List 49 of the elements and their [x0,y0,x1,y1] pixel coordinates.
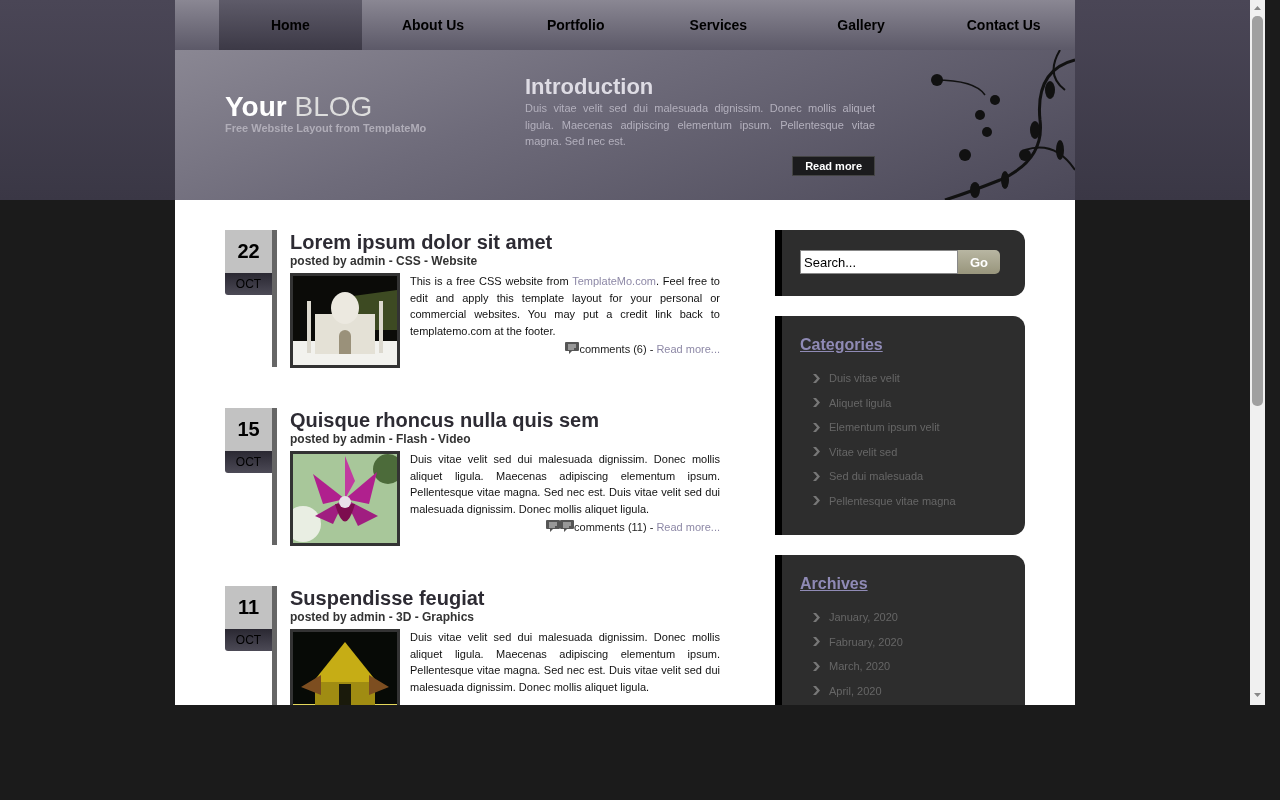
post-meta: posted by admin - CSS - Website [290,254,479,268]
site-title: Your BLOG [225,92,374,122]
post-meta: posted by admin - 3D - Graphics [290,610,476,624]
post-title: Suspendisse feugiat [290,586,486,610]
chevron-icon [812,398,820,408]
date-day: 22 [225,230,272,273]
date-day: 11 [225,586,272,629]
chevron-icon [812,686,820,696]
chevron-icon [812,422,820,432]
read-more-link[interactable]: Read more... [656,342,720,355]
chevron-icon [812,637,820,647]
date-month: OCT [225,451,272,473]
chevron-icon [812,612,820,622]
post-meta: posted by admin - Flash - Video [290,432,472,446]
search-field[interactable]: Search... [800,250,958,274]
go-button[interactable]: Go [958,250,1000,274]
read-more-link[interactable]: Read more... [656,520,720,533]
intro-heading: Introduction [525,74,655,100]
date-month: OCT [225,273,272,295]
comments-count: comments (11) - [574,520,655,533]
chevron-icon [812,496,820,506]
date-day: 15 [225,408,272,451]
panel-heading[interactable]: Archives [800,575,1007,593]
post-title: Quisque rhoncus nulla quis sem [290,408,600,432]
site-link[interactable]: TemplateMo.com [572,275,656,287]
nav-tab[interactable]: About Us [361,0,505,50]
nav-tab[interactable]: Home [219,0,362,50]
nav-tab[interactable]: Services [647,0,790,50]
read-more-button[interactable]: Read more [792,155,875,176]
sidebar-link[interactable]: Pellentesque vitae magna [800,488,1007,513]
nav-tab[interactable]: Portfolio [504,0,647,50]
chevron-icon [812,373,820,383]
nav-tab[interactable]: Gallery [789,0,933,50]
nav-tab[interactable]: Contact Us [932,0,1076,50]
sidebar-link[interactable]: Fabruary, 2020 [800,629,1007,654]
date-month: OCT [225,629,272,651]
sidebar-link[interactable]: April, 2020 [800,678,1007,703]
sidebar-link[interactable]: Sed dui malesuada [800,464,1007,489]
post-text: Duis vitae velit sed dui malesuada dignissim. Donec mollis aliquet ligula. Maecenas adipiscing elementum ipsum. Pellentesque vitae magna. Sed nec est. Duis vitae velit sed dui malesuada dignissim. Donec mollis aliquet ligula. [410,452,720,517]
post-text: Duis vitae velit sed dui malesuada dignissim. Donec mollis aliquet ligula. Maecenas adipiscing elementum ipsum. Pellentesque vitae magna. Sed nec est. Duis vitae velit sed dui malesuada dignissim. Donec mollis aliquet ligula. [410,630,720,695]
comments-count: comments (6) - [579,342,655,355]
post-text: This is a free CSS website from TemplateMo.com. Feel free to edit and apply this template layout for your personal or commercial websites. You may put a credit link back to templatemo.com at the footer. [410,274,720,339]
chevron-icon [812,471,820,481]
chevron-icon [812,447,820,457]
chevron-icon [812,661,820,671]
intro-text: Duis vitae velit sed dui malesuada dignissim. Donec mollis aliquet ligula. Maecenas adipiscing elementum ipsum. Pellentesque vitae magna. Sed nec est. [525,101,875,149]
post-title: Lorem ipsum dolor sit amet [290,230,554,254]
panel-heading[interactable]: Categories [800,336,1007,354]
scrollbar[interactable] [1250,0,1265,705]
